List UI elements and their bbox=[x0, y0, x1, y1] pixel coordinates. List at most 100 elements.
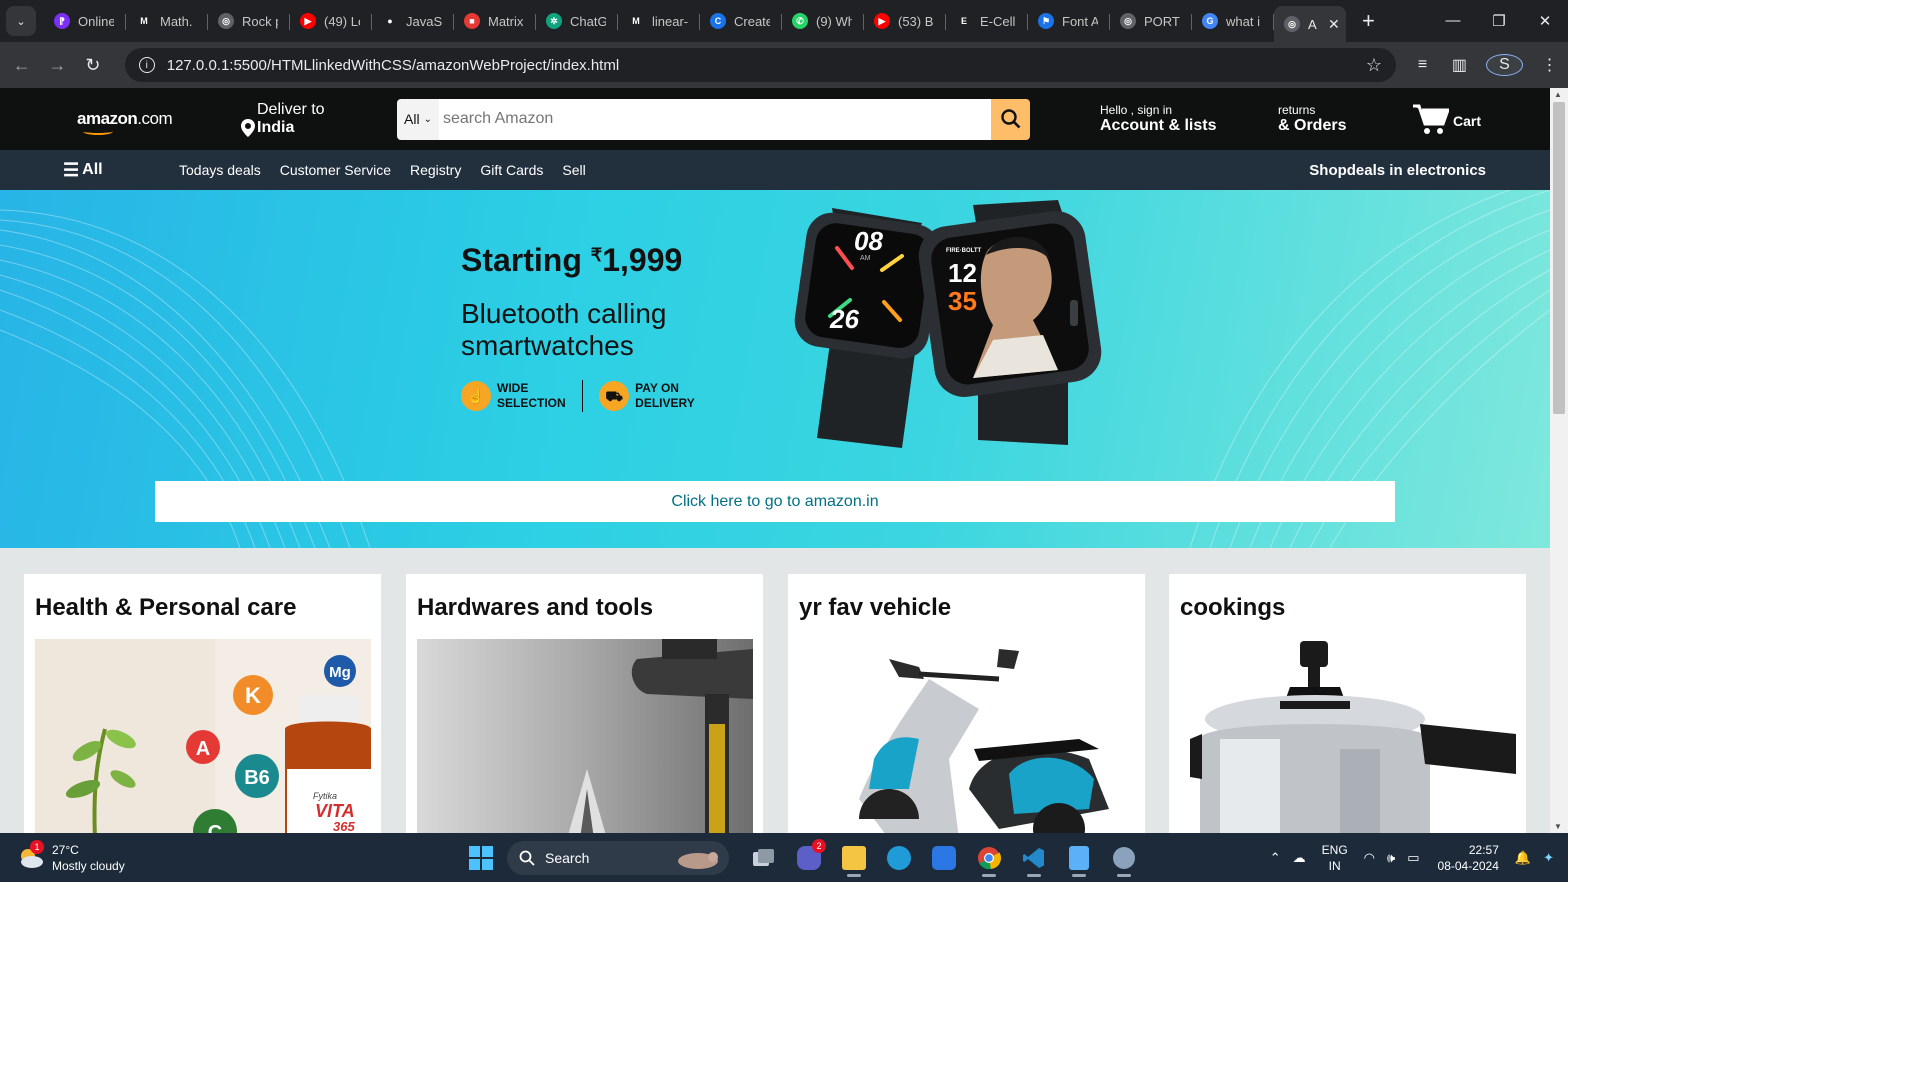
browser-tab[interactable]: ◎ Rock p bbox=[208, 5, 290, 37]
notepad-icon[interactable] bbox=[1056, 838, 1101, 878]
close-window-icon[interactable]: ✕ bbox=[1522, 12, 1568, 30]
menu-kebab-icon[interactable]: ⋮ bbox=[1531, 55, 1568, 75]
reload-icon[interactable]: ↻ bbox=[75, 55, 111, 76]
microsoft-store-icon[interactable] bbox=[921, 838, 966, 878]
tab-title: A bbox=[1308, 16, 1317, 32]
tab-title: (49) Le bbox=[324, 13, 360, 29]
browser-tab[interactable]: ● JavaSc bbox=[372, 5, 454, 37]
settings-icon[interactable] bbox=[1101, 838, 1146, 878]
search-button[interactable] bbox=[991, 98, 1030, 140]
browser-tab[interactable]: ◎ PORTI bbox=[1110, 5, 1192, 37]
browser-tab[interactable]: C Create bbox=[700, 5, 782, 37]
address-bar[interactable]: i 127.0.0.1:5500/HTMLlinkedWithCSS/amazo… bbox=[124, 48, 1396, 82]
onedrive-icon[interactable]: ☁ bbox=[1293, 850, 1306, 866]
battery-icon[interactable]: ▭ bbox=[1407, 850, 1419, 866]
tab-active[interactable]: ◎ A ✕ bbox=[1274, 6, 1346, 42]
panel-option-sell[interactable]: Sell bbox=[562, 162, 585, 178]
tab-title: JavaSc bbox=[406, 13, 442, 29]
start-button[interactable] bbox=[469, 845, 493, 870]
url-text[interactable]: 127.0.0.1:5500/HTMLlinkedWithCSS/amazonW… bbox=[167, 57, 619, 74]
browser-tab[interactable]: ▶ (49) Le bbox=[290, 5, 372, 37]
language-indicator[interactable]: ENG IN bbox=[1322, 842, 1348, 874]
volume-icon[interactable]: 🕪 bbox=[1387, 850, 1395, 866]
reading-list-icon[interactable]: ≡ bbox=[1404, 56, 1441, 74]
browser-tab[interactable]: E E-Cell bbox=[946, 5, 1028, 37]
wifi-icon[interactable]: ◠ bbox=[1364, 850, 1375, 866]
task-view-icon[interactable] bbox=[741, 838, 786, 878]
minimize-icon[interactable]: — bbox=[1430, 12, 1476, 30]
scrollbar-thumb[interactable] bbox=[1553, 102, 1565, 414]
profile-avatar[interactable]: S bbox=[1485, 54, 1523, 76]
chevron-up-icon[interactable]: ⌃ bbox=[1270, 850, 1281, 866]
browser-tab[interactable]: ⚑ Font A bbox=[1028, 5, 1110, 37]
scroll-up-icon[interactable]: ▲ bbox=[1554, 90, 1562, 99]
copilot-icon[interactable]: ✦ bbox=[1543, 850, 1554, 866]
browser-tab[interactable]: Gwhat i bbox=[1192, 5, 1274, 37]
deliver-to[interactable]: Deliver to India bbox=[241, 101, 361, 137]
card-vehicle[interactable]: yr fav vehicle bbox=[788, 574, 1145, 833]
search-input[interactable] bbox=[439, 98, 991, 140]
forward-icon[interactable]: → bbox=[40, 55, 76, 76]
taskbar-search-label: Search bbox=[545, 849, 590, 866]
tab-favicon-icon: ⁋ bbox=[54, 13, 70, 29]
panel-option-gift-cards[interactable]: Gift Cards bbox=[480, 162, 543, 178]
tab-favicon-icon: C bbox=[710, 13, 726, 29]
side-panel-icon[interactable]: ▥ bbox=[1441, 55, 1478, 75]
card-health[interactable]: Health & Personal care K Mg A B6 C Fytik… bbox=[24, 574, 381, 833]
teams-icon[interactable]: 2 bbox=[786, 838, 831, 878]
tab-title: (9) Wh bbox=[816, 13, 852, 29]
close-tab-icon[interactable]: ✕ bbox=[1328, 16, 1340, 33]
hardware-card-image[interactable] bbox=[417, 639, 753, 833]
cart-label: Cart bbox=[1453, 113, 1482, 129]
hero-subtitle: Bluetooth calling smartwatches bbox=[461, 298, 667, 361]
bookmark-star-icon[interactable]: ☆ bbox=[1366, 55, 1382, 76]
panel-option-todays-deals[interactable]: Todays deals bbox=[179, 162, 261, 178]
vscode-icon[interactable] bbox=[1011, 838, 1056, 878]
search-category-select[interactable]: All ⌄ bbox=[397, 98, 439, 140]
browser-tab[interactable]: M Math. bbox=[126, 5, 208, 37]
orders-link[interactable]: returns & Orders bbox=[1278, 103, 1413, 135]
new-tab-button[interactable]: + bbox=[1362, 8, 1382, 34]
account-menu[interactable]: Hello , sign in Account & lists bbox=[1100, 103, 1278, 135]
logo-suffix: .com bbox=[137, 109, 173, 128]
card-title: Health & Personal care bbox=[35, 594, 297, 621]
panel-deals-link[interactable]: Shopdeals in electronics bbox=[1309, 162, 1486, 179]
amazon-in-link[interactable]: Click here to go to amazon.in bbox=[155, 481, 1395, 522]
account-label: Account & lists bbox=[1100, 117, 1217, 134]
browser-tab[interactable]: ■ Matrix bbox=[454, 5, 536, 37]
panel-option-registry[interactable]: Registry bbox=[410, 162, 461, 178]
cooking-card-image[interactable] bbox=[1180, 639, 1516, 833]
card-hardware[interactable]: Hardwares and tools bbox=[406, 574, 763, 833]
vehicle-card-image[interactable] bbox=[799, 639, 1135, 833]
globe-icon: ◎ bbox=[1284, 16, 1300, 32]
tab-title: PORTI bbox=[1144, 13, 1180, 29]
taskbar-search[interactable]: Search bbox=[507, 840, 729, 875]
browser-tab[interactable]: ✆ (9) Wh bbox=[782, 5, 864, 37]
account-greeting: Hello , sign in bbox=[1100, 103, 1173, 117]
card-cooking[interactable]: cookings bbox=[1169, 574, 1526, 833]
panel-option-customer-service[interactable]: Customer Service bbox=[280, 162, 391, 178]
restore-icon[interactable]: ❐ bbox=[1476, 12, 1522, 30]
notification-bell-icon[interactable]: 🔔 bbox=[1515, 850, 1531, 866]
scroll-down-icon[interactable]: ▼ bbox=[1554, 822, 1562, 831]
cart-button[interactable]: Cart bbox=[1413, 103, 1481, 135]
browser-tab[interactable]: Mlinear- bbox=[618, 5, 700, 37]
browser-tab[interactable]: ▶ (53) Bi bbox=[864, 5, 946, 37]
badge1-line1: WIDE bbox=[497, 381, 529, 395]
health-card-image[interactable]: K Mg A B6 C Fytika VITA 365 bbox=[35, 639, 371, 833]
tab-title: Create bbox=[734, 13, 770, 29]
weather-widget[interactable]: 1 27°C Mostly cloudy bbox=[16, 839, 436, 874]
edge-icon[interactable] bbox=[876, 838, 921, 878]
back-icon[interactable]: ← bbox=[4, 55, 40, 76]
browser-tab[interactable]: ✲ ChatG bbox=[536, 5, 618, 37]
amazon-logo[interactable]: amazon.com bbox=[77, 109, 173, 135]
chrome-icon[interactable] bbox=[966, 838, 1011, 878]
page-scrollbar[interactable]: ▲ ▼ bbox=[1550, 88, 1568, 833]
clock[interactable]: 22:57 08-04-2024 bbox=[1438, 842, 1499, 874]
tab-favicon-icon: M bbox=[628, 13, 644, 29]
browser-tab[interactable]: ⁋ Online bbox=[44, 5, 126, 37]
site-info-icon[interactable]: i bbox=[138, 57, 155, 73]
file-explorer-icon[interactable] bbox=[831, 838, 876, 878]
all-menu-button[interactable]: ☰ All bbox=[63, 160, 179, 181]
tab-search-button[interactable]: ⌄ bbox=[6, 6, 36, 36]
